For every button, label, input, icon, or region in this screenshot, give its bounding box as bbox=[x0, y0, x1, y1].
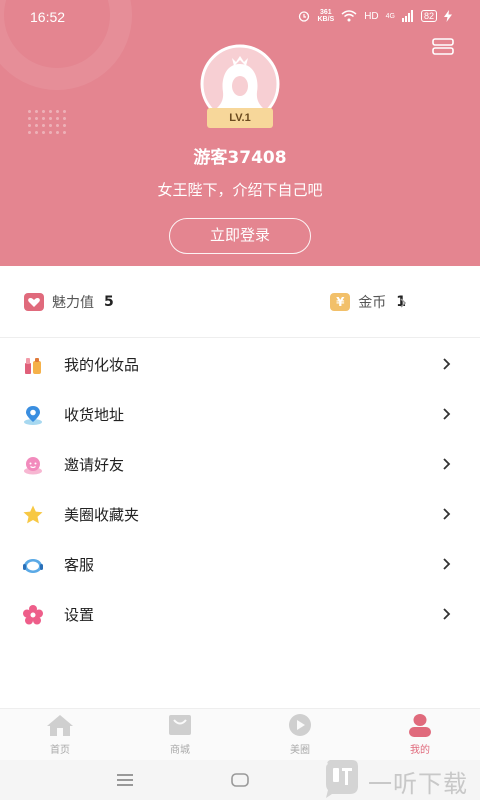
status-icons: 361 KB/S HD 4G 82 bbox=[298, 9, 452, 23]
stats-bar: 魅力值 5 ¥ 金币 1 bbox=[0, 280, 480, 326]
headset-icon bbox=[23, 559, 43, 573]
menu-item-customer-service[interactable]: 客服 bbox=[0, 540, 480, 590]
menu-icon bbox=[432, 38, 454, 55]
tab-home[interactable]: 首页 bbox=[20, 713, 100, 759]
profile-header: 16:52 361 KB/S HD 4G 82 LV.1 游客37408 女王陛… bbox=[0, 0, 480, 266]
gear-icon bbox=[23, 605, 43, 625]
watermark-logo-icon bbox=[326, 760, 358, 798]
signal-label: 4G bbox=[385, 12, 395, 20]
menu-button[interactable] bbox=[432, 38, 454, 56]
menu-item-invite[interactable]: 邀请好友 bbox=[0, 440, 480, 490]
avatar[interactable]: LV.1 bbox=[193, 44, 287, 134]
home-button-icon[interactable] bbox=[231, 773, 249, 787]
level-badge: LV.1 bbox=[207, 108, 273, 128]
hd-indicator: HD bbox=[364, 10, 379, 22]
charm-value: 5 bbox=[104, 294, 114, 310]
coin-icon: ¥ bbox=[330, 293, 351, 311]
recent-apps-icon[interactable] bbox=[116, 773, 134, 787]
decorative-dots bbox=[26, 108, 68, 134]
chevron-right-icon bbox=[443, 408, 451, 420]
tab-mine[interactable]: 我的 bbox=[380, 713, 460, 759]
status-time: 16:52 bbox=[30, 9, 66, 25]
menu-item-label: 邀请好友 bbox=[64, 456, 125, 474]
heart-icon bbox=[24, 293, 44, 311]
alarm-icon bbox=[299, 11, 310, 22]
chevron-right-icon bbox=[443, 508, 451, 520]
watermark: 一听下载 bbox=[320, 756, 480, 800]
home-icon bbox=[47, 715, 73, 736]
menu-item-label: 我的化妆品 bbox=[64, 356, 140, 374]
invite-icon bbox=[24, 457, 42, 475]
signal-icon bbox=[401, 10, 413, 22]
chevron-right-icon bbox=[443, 608, 451, 620]
net-speed-value: 361 bbox=[319, 9, 332, 16]
star-icon bbox=[23, 505, 43, 524]
profile-tagline: 女王陛下，介绍下自己吧 bbox=[157, 181, 323, 199]
charging-icon bbox=[444, 10, 452, 22]
tab-label: 我的 bbox=[410, 745, 430, 756]
location-icon bbox=[24, 406, 42, 425]
charm-stat: 魅力值 5 bbox=[24, 292, 114, 312]
menu-item-favorites[interactable]: 美圈收藏夹 bbox=[0, 490, 480, 540]
play-icon bbox=[289, 714, 311, 736]
tab-shop[interactable]: 商城 bbox=[140, 713, 220, 759]
battery-indicator: 82 bbox=[420, 10, 437, 22]
tab-label: 商城 bbox=[170, 745, 190, 756]
tab-label: 美圈 bbox=[290, 745, 310, 756]
status-bar: 16:52 361 KB/S HD 4G 82 bbox=[0, 0, 480, 34]
chevron-right-icon bbox=[443, 558, 451, 570]
coin-stat[interactable]: ¥ 金币 1 bbox=[330, 292, 406, 312]
user-icon bbox=[409, 714, 431, 737]
login-button[interactable]: 立即登录 bbox=[169, 218, 311, 254]
coin-chevron-icon bbox=[400, 298, 407, 308]
chevron-right-icon bbox=[443, 458, 451, 470]
charm-label: 魅力值 bbox=[52, 295, 94, 311]
coin-label: 金币 bbox=[358, 295, 387, 311]
menu-item-cosmetics[interactable]: 我的化妆品 bbox=[0, 340, 480, 390]
menu-list: 我的化妆品 收货地址 邀请好友 美圈收藏夹 客服 设置 bbox=[0, 340, 480, 640]
cosmetics-icon bbox=[25, 358, 41, 374]
net-speed-unit: KB/S bbox=[317, 16, 335, 23]
username: 游客37408 bbox=[193, 148, 287, 168]
menu-item-label: 设置 bbox=[64, 606, 95, 624]
menu-item-label: 客服 bbox=[64, 556, 95, 574]
shop-icon bbox=[169, 715, 191, 735]
menu-item-label: 收货地址 bbox=[64, 406, 125, 424]
tab-label: 首页 bbox=[50, 745, 70, 756]
net-speed: 361 KB/S bbox=[317, 9, 334, 23]
chevron-right-icon bbox=[443, 358, 451, 370]
divider bbox=[0, 337, 480, 338]
watermark-text: 一听下载 bbox=[368, 770, 468, 798]
bottom-tab-bar: 首页 商城 美圈 我的 bbox=[0, 708, 480, 760]
menu-item-label: 美圈收藏夹 bbox=[64, 506, 140, 524]
menu-item-address[interactable]: 收货地址 bbox=[0, 390, 480, 440]
menu-item-settings[interactable]: 设置 bbox=[0, 590, 480, 640]
wifi-icon bbox=[341, 10, 357, 22]
tab-meiquan[interactable]: 美圈 bbox=[260, 713, 340, 759]
